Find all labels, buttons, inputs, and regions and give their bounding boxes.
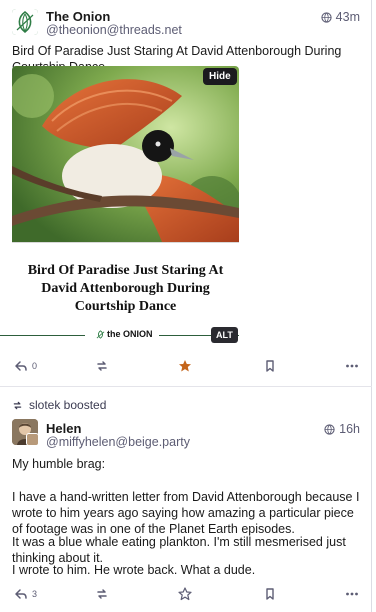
status-post[interactable]: The Onion @theonion@threads.net 43m Bird… (0, 0, 372, 387)
boost-button[interactable] (95, 356, 109, 376)
boost-icon (97, 589, 107, 599)
booster-avatar[interactable] (26, 433, 39, 446)
star-filled-icon (179, 360, 191, 372)
star-icon (178, 587, 192, 601)
reply-count: 3 (32, 589, 38, 599)
post-time[interactable]: 43m (321, 10, 360, 24)
boosted-by-text: slotek boosted (29, 398, 107, 412)
boost-button[interactable] (95, 584, 109, 604)
post-time[interactable]: 16h (324, 422, 360, 436)
bird-photo[interactable] (12, 66, 239, 242)
avatar[interactable] (12, 9, 38, 35)
timeline: The Onion @theonion@threads.net 43m Bird… (0, 0, 372, 612)
globe-icon (324, 423, 335, 435)
post-paragraph: I wrote to him. He wrote back. What a du… (12, 563, 256, 577)
boost-icon (97, 361, 107, 371)
onion-logo-icon (96, 329, 105, 339)
reply-button[interactable]: 3 (14, 584, 37, 604)
onion-logo-icon (12, 9, 38, 35)
card-headline: Bird Of Paradise Just Staring At David A… (27, 263, 224, 314)
more-icon (346, 592, 358, 596)
bookmark-icon (266, 360, 274, 372)
hide-media-button[interactable]: Hide (203, 68, 237, 85)
account-handle[interactable]: @theonion@threads.net (46, 23, 182, 37)
account-handle[interactable]: @miffyhelen@beige.party (46, 435, 190, 449)
reply-icon (15, 589, 27, 599)
more-button[interactable] (345, 356, 359, 376)
reply-icon (15, 361, 27, 371)
boosted-by-label[interactable]: slotek boosted (12, 398, 106, 412)
action-bar: 3 (0, 584, 372, 604)
status-post[interactable]: slotek boosted Helen @miffyhelen@beige.p… (0, 388, 372, 612)
alt-text-button[interactable]: ALT (211, 327, 238, 343)
time-label: 16h (339, 422, 360, 436)
more-button[interactable] (345, 584, 359, 604)
favourite-button[interactable] (178, 356, 192, 376)
brand-label: the ONION (107, 329, 153, 339)
favourite-button[interactable] (178, 584, 192, 604)
divider (0, 335, 85, 336)
bookmark-icon (266, 588, 274, 600)
post-paragraph: I have a hand-written letter from David … (12, 490, 360, 536)
action-bar: 0 (0, 356, 372, 376)
more-icon (346, 364, 358, 368)
divider (12, 242, 239, 243)
reply-count: 0 (32, 361, 38, 371)
globe-icon (321, 11, 332, 23)
post-paragraph: My humble brag: (12, 457, 106, 471)
time-label: 43m (335, 10, 360, 24)
onion-brand-logo: the ONION (96, 329, 153, 339)
display-name[interactable]: The Onion (46, 9, 110, 24)
media-attachment[interactable]: Bird Of Paradise Just Staring At David A… (12, 66, 239, 340)
bookmark-button[interactable] (263, 356, 277, 376)
reply-button[interactable]: 0 (14, 356, 37, 376)
bookmark-button[interactable] (263, 584, 277, 604)
display-name[interactable]: Helen (46, 421, 81, 436)
boost-icon (13, 401, 22, 409)
